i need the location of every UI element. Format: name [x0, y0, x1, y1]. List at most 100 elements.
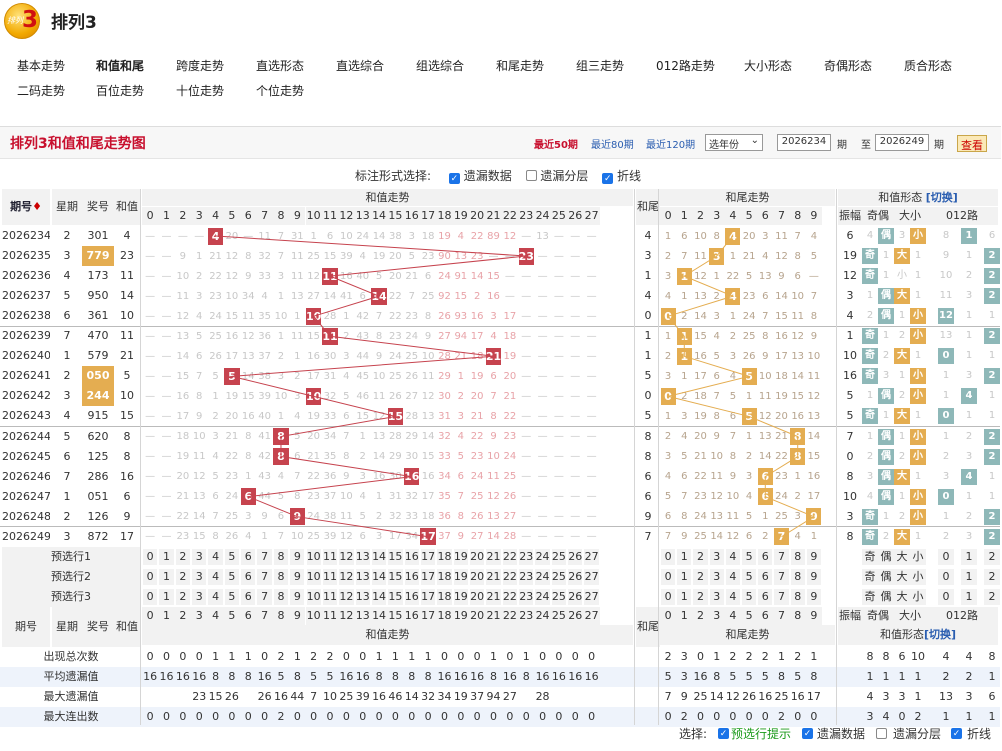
preselect-form-button[interactable]: 奇	[862, 548, 878, 565]
preselect-sum-button[interactable]: 19	[453, 548, 468, 565]
preselect-form-button[interactable]: 偶	[878, 548, 894, 565]
preselect-sum-button[interactable]: 9	[290, 548, 305, 565]
preselect-form-button[interactable]: 小	[910, 548, 926, 565]
preselect-tail-button[interactable]: 3	[709, 588, 724, 605]
preselect-tail-button[interactable]: 6	[758, 588, 773, 605]
preselect-sum-button[interactable]: 14	[371, 548, 387, 565]
preselect-sum-button[interactable]: 20	[470, 568, 485, 585]
preselect-tail-button[interactable]: 7	[774, 548, 789, 565]
preselect-sum-button[interactable]: 19	[453, 568, 468, 585]
preselect-form-button[interactable]: 小	[910, 588, 926, 605]
preselect-sum-button[interactable]: 7	[257, 588, 272, 605]
preselect-sum-button[interactable]: 21	[486, 568, 501, 585]
preselect-sum-button[interactable]: 9	[290, 588, 305, 605]
preselect-sum-button[interactable]: 5	[224, 588, 240, 605]
preselect-tail-button[interactable]: 2	[693, 588, 708, 605]
preselect-sum-button[interactable]: 9	[290, 568, 305, 585]
preselect-sum-button[interactable]: 16	[404, 568, 419, 585]
preselect-sum-button[interactable]: 1	[159, 548, 174, 565]
preselect-tail-button[interactable]: 8	[790, 548, 805, 565]
preselect-sum-button[interactable]: 21	[486, 548, 501, 565]
preselect-tail-button[interactable]: 7	[774, 568, 789, 585]
preselect-tail-button[interactable]: 6	[758, 548, 773, 565]
preselect-sum-button[interactable]: 27	[584, 588, 599, 605]
preselect-sum-button[interactable]: 24	[535, 588, 550, 605]
preselect-form-button[interactable]: 1	[961, 568, 977, 585]
preselect-sum-button[interactable]: 12	[339, 548, 354, 565]
preselect-sum-button[interactable]: 15	[388, 588, 403, 605]
preselect-form-button[interactable]: 大	[894, 548, 910, 565]
bottom-polyline-checkbox[interactable]: ✓	[951, 728, 962, 739]
preselect-sum-button[interactable]: 27	[584, 568, 599, 585]
preselect-sum-button[interactable]: 0	[143, 588, 158, 605]
preselect-sum-button[interactable]: 4	[208, 548, 223, 565]
preselect-sum-button[interactable]: 22	[502, 568, 518, 585]
preselect-sum-button[interactable]: 12	[339, 568, 354, 585]
preselect-sum-button[interactable]: 6	[241, 588, 256, 605]
preselect-sum-button[interactable]: 22	[502, 588, 518, 605]
preselect-sum-button[interactable]: 23	[519, 568, 534, 585]
preselect-sum-button[interactable]: 19	[453, 588, 468, 605]
preselect-sum-button[interactable]: 17	[420, 548, 436, 565]
preselect-sum-button[interactable]: 3	[192, 588, 207, 605]
preselect-form-button[interactable]: 大	[894, 568, 910, 585]
preselect-sum-button[interactable]: 27	[584, 548, 599, 565]
preselect-tail-button[interactable]: 3	[709, 548, 724, 565]
preselect-sum-button[interactable]: 16	[404, 588, 419, 605]
preselect-tail-button[interactable]: 0	[661, 588, 676, 605]
preselect-sum-button[interactable]: 10	[306, 568, 321, 585]
preselect-sum-button[interactable]: 11	[322, 548, 338, 565]
preselect-sum-button[interactable]: 6	[241, 548, 256, 565]
preselect-sum-button[interactable]: 1	[159, 588, 174, 605]
preselect-sum-button[interactable]: 24	[535, 568, 550, 585]
preselect-sum-button[interactable]: 2	[175, 588, 191, 605]
preselect-sum-button[interactable]: 11	[322, 588, 338, 605]
preselect-tail-button[interactable]: 4	[725, 568, 740, 585]
preselect-tail-button[interactable]: 7	[774, 588, 789, 605]
preselect-sum-button[interactable]: 26	[568, 548, 583, 565]
preselect-sum-button[interactable]: 3	[192, 568, 207, 585]
preselect-tail-button[interactable]: 1	[677, 548, 692, 565]
preselect-sum-button[interactable]: 25	[551, 588, 567, 605]
preselect-sum-button[interactable]: 13	[355, 588, 370, 605]
preselect-tail-button[interactable]: 2	[693, 568, 708, 585]
preselect-sum-button[interactable]: 18	[437, 568, 452, 585]
preselect-sum-button[interactable]: 15	[388, 548, 403, 565]
preselect-tail-button[interactable]: 1	[677, 568, 692, 585]
preselect-tail-button[interactable]: 6	[758, 568, 773, 585]
preselect-form-button[interactable]: 偶	[878, 568, 894, 585]
preselect-sum-button[interactable]: 23	[519, 588, 534, 605]
preselect-sum-button[interactable]: 10	[306, 548, 321, 565]
preselect-form-button[interactable]: 2	[984, 588, 1000, 605]
preselect-form-button[interactable]: 2	[984, 568, 1000, 585]
preselect-tail-button[interactable]: 9	[806, 548, 821, 565]
preselect-sum-button[interactable]: 0	[143, 548, 158, 565]
preselect-tail-button[interactable]: 9	[806, 588, 821, 605]
preselect-sum-button[interactable]: 13	[355, 548, 370, 565]
preselect-sum-button[interactable]: 13	[355, 568, 370, 585]
preselect-sum-button[interactable]: 25	[551, 548, 567, 565]
preselect-tail-button[interactable]: 5	[742, 548, 757, 565]
preselect-sum-button[interactable]: 18	[437, 548, 452, 565]
preselect-sum-button[interactable]: 11	[322, 568, 338, 585]
preselect-sum-button[interactable]: 5	[224, 568, 240, 585]
preselect-tail-button[interactable]: 0	[661, 548, 676, 565]
bottom-layer-checkbox[interactable]	[876, 728, 887, 739]
preselect-tail-button[interactable]: 8	[790, 568, 805, 585]
preselect-tail-button[interactable]: 5	[742, 588, 757, 605]
preselect-form-button[interactable]: 偶	[878, 588, 894, 605]
preselect-tail-button[interactable]: 4	[725, 588, 740, 605]
preselect-form-button[interactable]: 1	[961, 588, 977, 605]
preselect-sum-button[interactable]: 4	[208, 588, 223, 605]
preselect-tail-button[interactable]: 8	[790, 588, 805, 605]
preselect-sum-button[interactable]: 2	[175, 548, 191, 565]
preselect-sum-button[interactable]: 5	[224, 548, 240, 565]
preselect-sum-button[interactable]: 14	[371, 568, 387, 585]
preselect-tail-button[interactable]: 4	[725, 548, 740, 565]
preselect-sum-button[interactable]: 3	[192, 548, 207, 565]
preselect-sum-button[interactable]: 8	[273, 588, 289, 605]
preselect-sum-button[interactable]: 20	[470, 548, 485, 565]
preselect-sum-button[interactable]: 7	[257, 568, 272, 585]
preselect-form-button[interactable]: 0	[938, 588, 954, 605]
preselect-sum-button[interactable]: 12	[339, 588, 354, 605]
